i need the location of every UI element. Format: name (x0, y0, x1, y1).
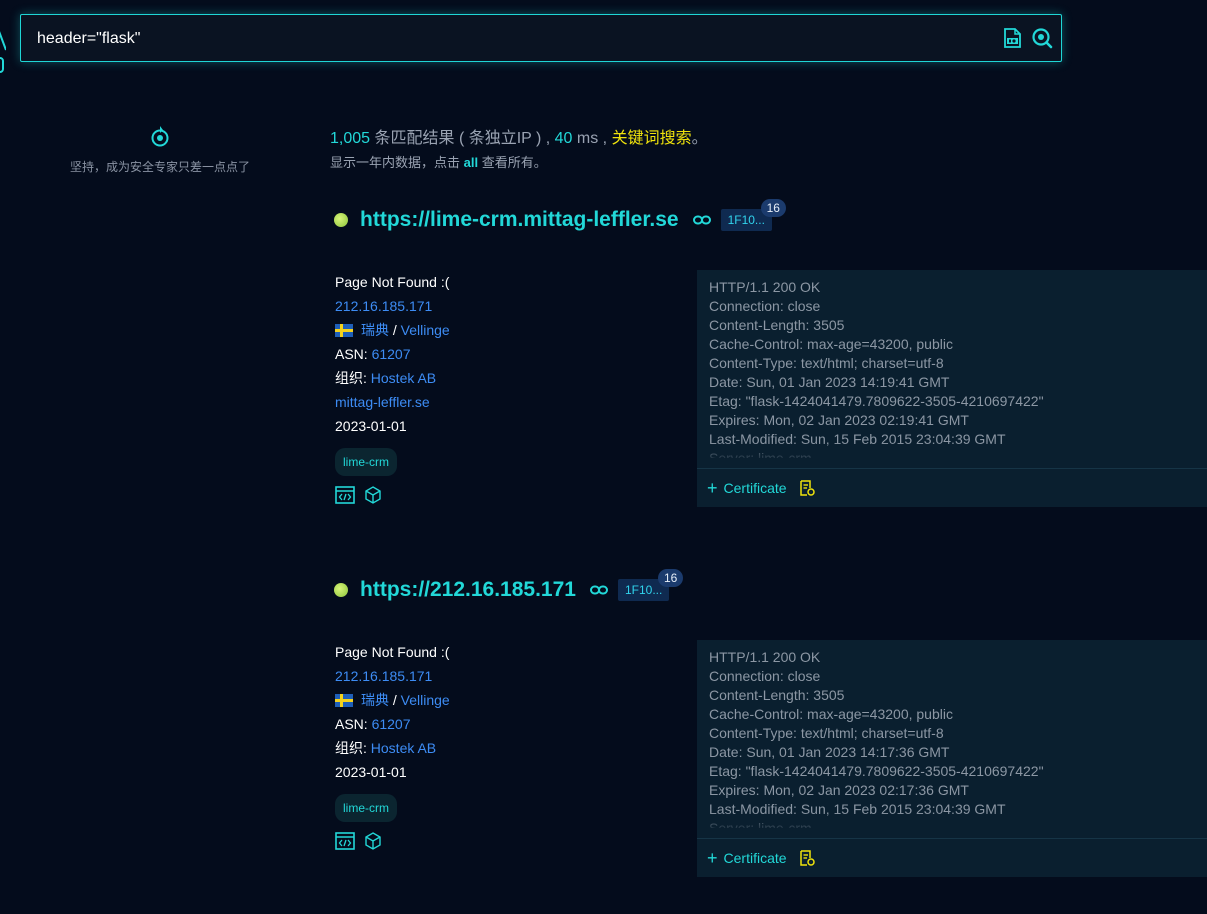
result-url-link[interactable]: https://212.16.185.171 (360, 578, 576, 602)
asn-label: ASN: (335, 716, 372, 732)
page-title: Page Not Found :( (335, 274, 450, 290)
country-link[interactable]: 瑞典 (361, 322, 389, 338)
sweden-flag-icon (335, 694, 353, 707)
hash-count-badge: 16 (657, 569, 684, 587)
asn-link[interactable]: 61207 (372, 716, 411, 732)
icon-hash-text: 1F10... (624, 583, 663, 597)
icon-hash-badge[interactable]: 1F10... 16 (720, 199, 786, 231)
cube-icon[interactable] (365, 485, 381, 511)
org-label: 组织: (335, 740, 371, 756)
certificate-bar[interactable]: + Certificate (697, 468, 1207, 507)
sweden-flag-icon (335, 324, 353, 337)
certificate-toggle[interactable]: Certificate (724, 480, 787, 496)
hash-count-badge: 16 (760, 199, 786, 217)
location-separator: / (389, 322, 401, 338)
link-icon[interactable] (589, 584, 608, 596)
search-time: 40 (554, 130, 573, 147)
zoom-search-icon[interactable] (1031, 27, 1053, 49)
response-headers: HTTP/1.1 200 OK Connection: close Conten… (709, 279, 1044, 458)
tool-icons (335, 831, 450, 857)
response-header-panel: HTTP/1.1 200 OK Connection: close Conten… (697, 640, 1207, 877)
range-note-before: 显示一年内数据，点击 (330, 155, 464, 170)
status-dot-icon (334, 213, 348, 227)
certificate-toggle[interactable]: Certificate (724, 850, 787, 866)
result-date: 2023-01-01 (335, 418, 407, 434)
location-row: 瑞典 / Vellinge (335, 318, 450, 342)
result-count: 1,005 (330, 130, 371, 147)
icon-hash-text: 1F10... (727, 213, 765, 227)
result-url-link[interactable]: https://lime-crm.mittag-leffler.se (360, 208, 679, 232)
result-info: Page Not Found :( 212.16.185.171 瑞典 / Ve… (335, 270, 450, 508)
asn-link[interactable]: 61207 (372, 346, 411, 362)
result-info: Page Not Found :( 212.16.185.171 瑞典 / Ve… (335, 640, 450, 854)
search-input[interactable] (35, 15, 939, 63)
search-time-label: ms , (572, 130, 612, 147)
result-title-row: https://lime-crm.mittag-leffler.se 1F10.… (334, 199, 786, 235)
plus-icon[interactable]: + (707, 849, 718, 867)
result-count-label: 条匹配结果 ( 条独立IP ) , (370, 130, 555, 147)
org-link[interactable]: Hostek AB (371, 740, 436, 756)
certificate-icon[interactable] (799, 850, 815, 866)
page-title: Page Not Found :( (335, 644, 450, 660)
city-link[interactable]: Vellinge (401, 692, 450, 708)
tool-icons (335, 485, 450, 511)
sidebar-tip: 坚持，成为安全专家只差一点点了 (40, 125, 280, 175)
ico-search-icon[interactable] (1001, 27, 1023, 49)
city-link[interactable]: Vellinge (401, 322, 450, 338)
ip-link[interactable]: 212.16.185.171 (335, 298, 432, 314)
org-label: 组织: (335, 370, 371, 386)
certificate-bar[interactable]: + Certificate (697, 838, 1207, 877)
search-box (20, 14, 1062, 63)
tip-text: 坚持，成为安全专家只差一点点了 (69, 160, 250, 174)
result-summary: 1,005 条匹配结果 ( 条独立IP ) , 40 ms , 关键词搜索。 (330, 124, 708, 148)
domain-link[interactable]: mittag-leffler.se (335, 394, 430, 410)
response-header-panel: HTTP/1.1 200 OK Connection: close Conten… (697, 270, 1207, 507)
logo-icon (0, 31, 6, 73)
asn-label: ASN: (335, 346, 372, 362)
range-note-after: 查看所有。 (478, 155, 547, 170)
location-separator: / (389, 692, 401, 708)
target-icon (151, 126, 169, 147)
icon-hash-badge[interactable]: 1F10... 16 (617, 569, 684, 601)
plus-icon[interactable]: + (707, 479, 718, 497)
result-title-row: https://212.16.185.171 1F10... 16 (334, 569, 684, 605)
keyword-search-link[interactable]: 关键词搜索 (612, 130, 692, 147)
org-link[interactable]: Hostek AB (371, 370, 436, 386)
product-tag[interactable]: lime-crm (335, 448, 397, 476)
link-icon[interactable] (692, 214, 711, 226)
result-date: 2023-01-01 (335, 764, 407, 780)
location-row: 瑞典 / Vellinge (335, 688, 450, 712)
product-tag[interactable]: lime-crm (335, 794, 397, 822)
result-range-note: 显示一年内数据，点击 all 查看所有。 (330, 152, 547, 171)
cube-icon[interactable] (365, 831, 381, 857)
country-link[interactable]: 瑞典 (361, 692, 389, 708)
code-icon[interactable] (335, 831, 355, 857)
certificate-icon[interactable] (799, 480, 815, 496)
ip-link[interactable]: 212.16.185.171 (335, 668, 432, 684)
show-all-link[interactable]: all (464, 155, 478, 170)
summary-period: 。 (691, 130, 708, 147)
response-headers: HTTP/1.1 200 OK Connection: close Conten… (709, 649, 1044, 828)
status-dot-icon (334, 583, 348, 597)
code-icon[interactable] (335, 485, 355, 511)
